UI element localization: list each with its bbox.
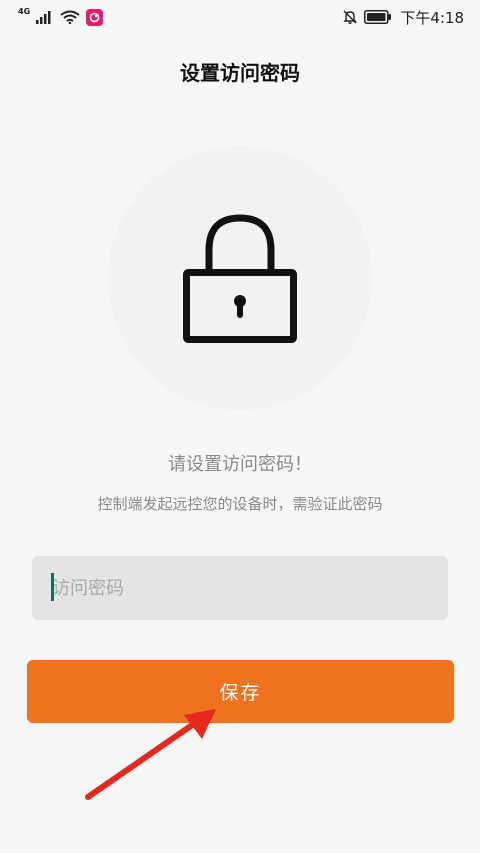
password-field[interactable] xyxy=(32,556,448,620)
network-type: 4G xyxy=(18,6,31,16)
status-bar-right: 下午4:18 xyxy=(342,7,464,28)
signal-icon xyxy=(36,11,51,24)
status-time: 下午4:18 xyxy=(400,8,464,27)
wifi-icon xyxy=(60,10,80,24)
battery-icon xyxy=(364,10,392,24)
text-cursor xyxy=(51,573,54,601)
page-title: 设置访问密码 xyxy=(180,61,300,85)
status-bar: 4G 下午4:18 xyxy=(0,0,480,34)
prompt-description: 控制端发起远控您的设备时，需验证此密码 xyxy=(97,495,383,513)
annotation-arrow-icon xyxy=(85,709,216,800)
status-bar-left: 4G xyxy=(18,6,104,26)
app-notification-icon xyxy=(86,8,104,26)
prompt-title: 请设置访问密码！ xyxy=(168,454,312,475)
mute-icon xyxy=(343,10,358,24)
password-input[interactable] xyxy=(52,577,422,599)
lock-icon xyxy=(183,214,297,343)
screen: 4G 下午4:18 设置访问密码 请设置访问密码！ 控制端发起远控您的设备时，需… xyxy=(0,0,480,853)
